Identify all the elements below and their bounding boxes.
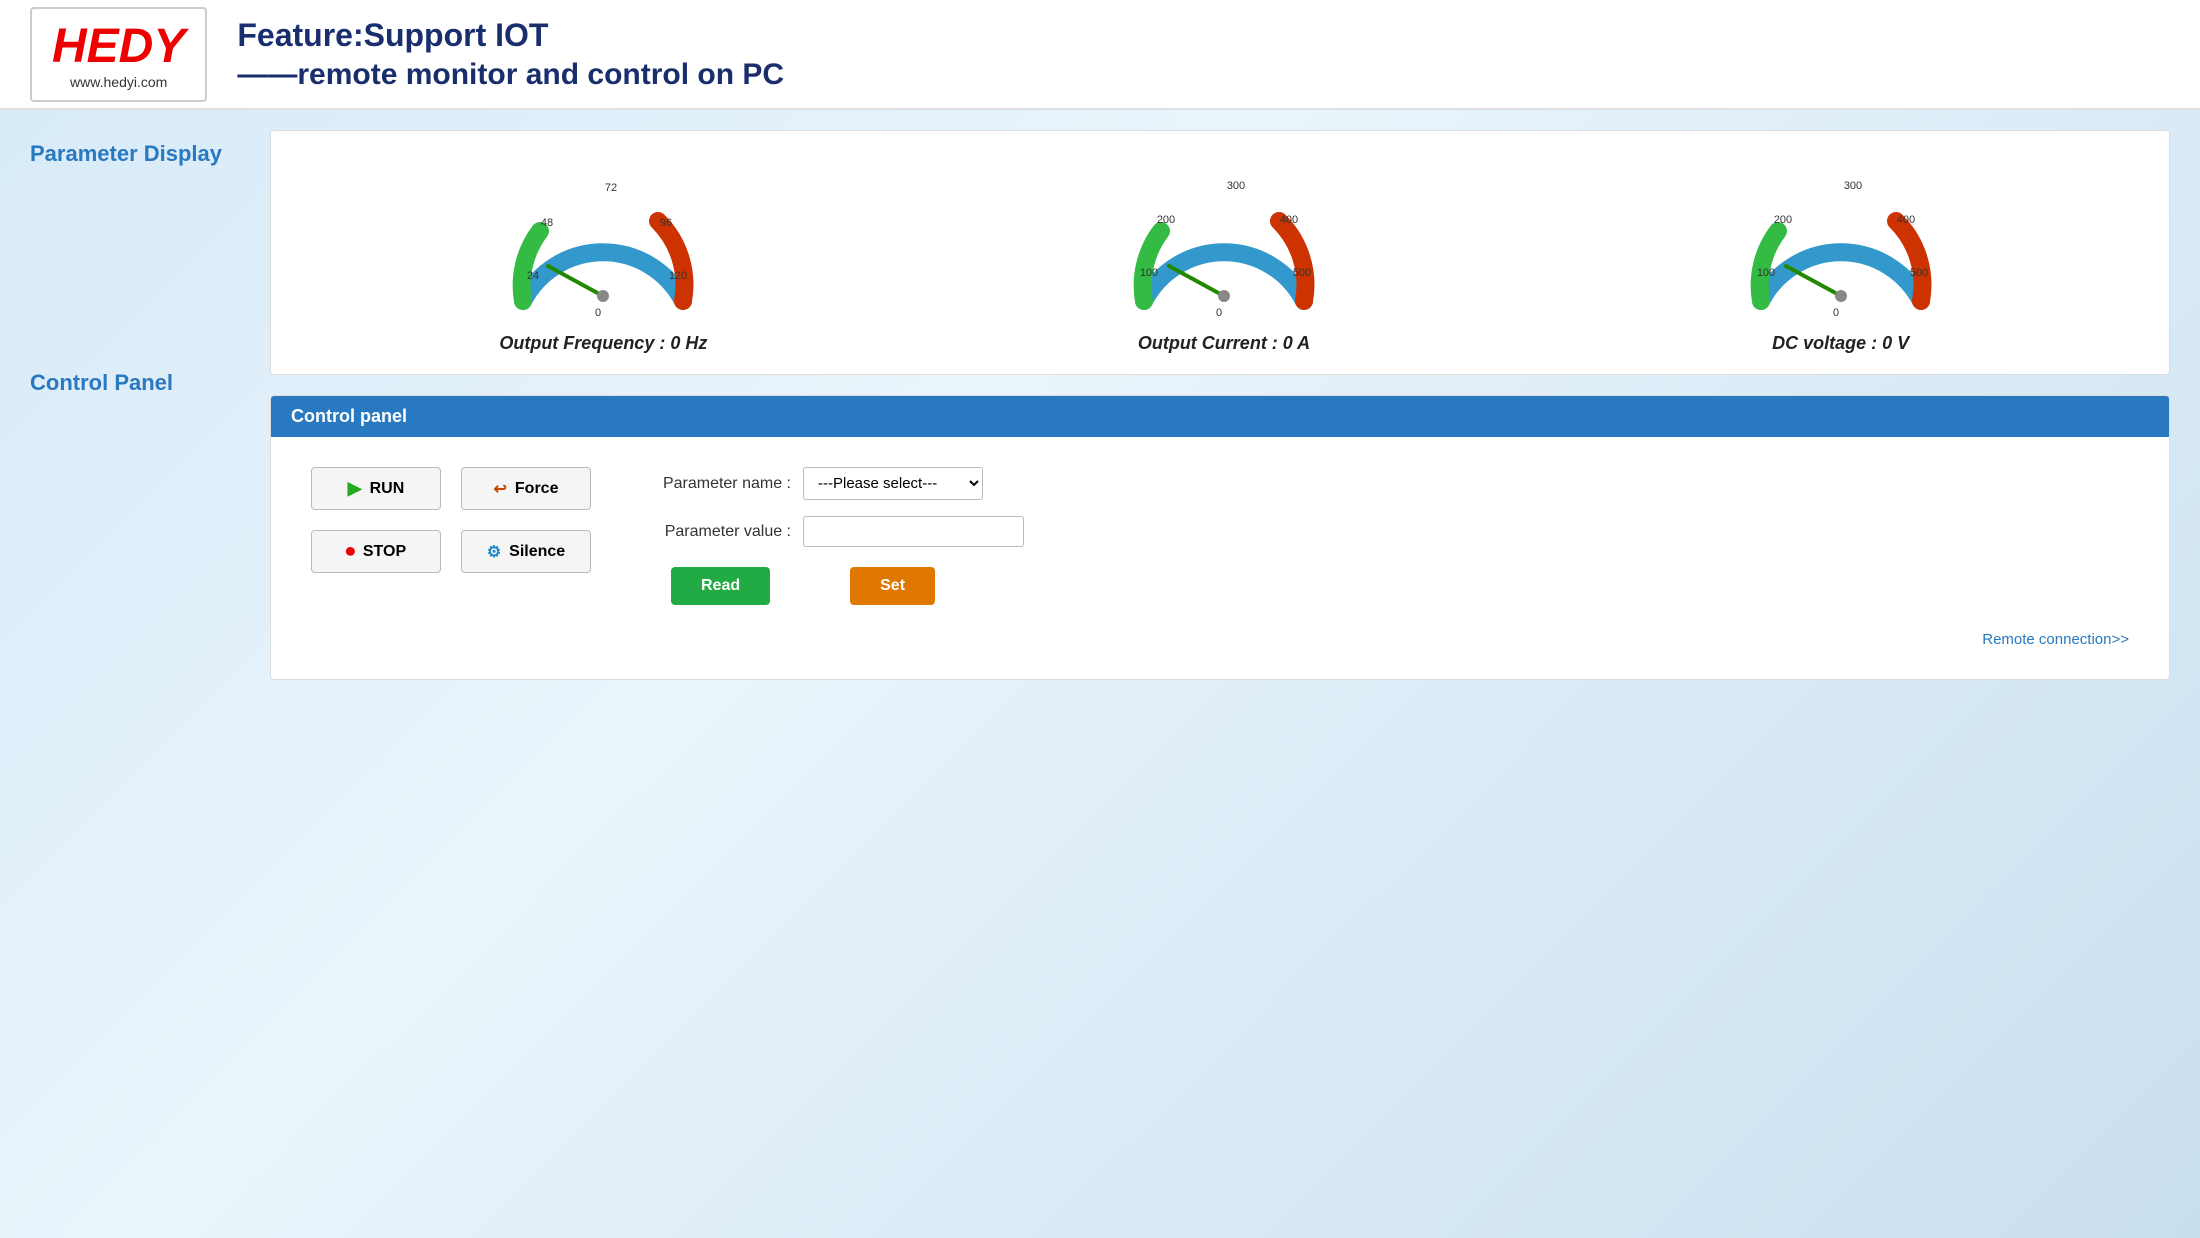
svg-text:0: 0 [595,307,601,319]
content-area: 0 24 48 72 96 120 Output Frequency : 0 H… [270,130,2170,680]
logo-box: HEDY www.hedyi.com [30,7,207,102]
sidebar: Parameter Display Control Panel [30,130,250,680]
force-button[interactable]: ↩ Force [461,467,591,510]
silence-icon: ⚙ [487,542,501,562]
svg-text:200: 200 [1157,214,1175,226]
header: HEDY www.hedyi.com Feature:Support IOT —… [0,0,2200,110]
svg-text:48: 48 [541,217,553,229]
stop-button-label: STOP [363,543,406,561]
gauge-voltage-label: DC voltage : 0 V [1772,333,1909,354]
gauge-frequency-svg: 0 24 48 72 96 120 [503,161,703,321]
parameter-name-row: Parameter name : ---Please select--- [651,467,2129,500]
svg-text:24: 24 [527,270,539,282]
parameter-controls: Parameter name : ---Please select--- Par… [651,467,2129,649]
svg-text:100: 100 [1756,267,1774,279]
parameter-display-label: Parameter Display [30,140,250,169]
run-icon: ▶ [348,478,362,499]
logo-url: www.hedyi.com [52,74,185,90]
gauges-section: 0 24 48 72 96 120 Output Frequency : 0 H… [270,130,2170,375]
run-button-label: RUN [370,480,405,498]
header-line1: Feature:Support IOT [237,17,2170,54]
parameter-value-row: Parameter value : [651,516,2129,547]
svg-text:0: 0 [1216,307,1222,319]
parameter-name-select[interactable]: ---Please select--- [803,467,983,500]
silence-button-label: Silence [509,543,565,561]
svg-text:120: 120 [669,270,687,282]
svg-text:300: 300 [1227,180,1245,192]
stop-button[interactable]: ⏺ STOP [311,530,441,573]
read-button[interactable]: Read [671,567,770,605]
svg-text:100: 100 [1140,267,1158,279]
parameter-action-buttons: Read Set [651,567,2129,605]
control-buttons-grid: ▶ RUN ↩ Force ⏺ STOP ⚙ Silence [311,467,591,573]
gauge-current-svg: 0 100 200 300 400 500 [1124,161,1324,321]
header-line2: ——remote monitor and control on PC [237,58,2170,92]
header-title: Feature:Support IOT ——remote monitor and… [237,17,2170,92]
svg-text:200: 200 [1773,214,1791,226]
control-panel-header: Control panel [271,396,2169,437]
gauge-current-label: Output Current : 0 A [1138,333,1310,354]
set-button[interactable]: Set [850,567,935,605]
gauge-current: 0 100 200 300 400 500 Output Current : 0… [1124,161,1324,354]
svg-text:400: 400 [1896,214,1914,226]
control-panel-label: Control Panel [30,369,250,398]
gauge-voltage: 0 100 200 300 400 500 DC voltage : 0 V [1741,161,1941,354]
parameter-value-label: Parameter value : [651,523,791,541]
parameter-name-label: Parameter name : [651,475,791,493]
svg-text:500: 500 [1293,267,1311,279]
force-icon: ↩ [494,479,507,499]
gauge-voltage-svg: 0 100 200 300 400 500 [1741,161,1941,321]
svg-text:500: 500 [1909,267,1927,279]
control-panel-body: ▶ RUN ↩ Force ⏺ STOP ⚙ Silence [271,437,2169,679]
stop-icon: ⏺ [346,541,355,562]
main-content: Parameter Display Control Panel 0 24 48 [0,110,2200,700]
remote-connection-link[interactable]: Remote connection>> [1982,631,2129,648]
control-panel-section: Control panel ▶ RUN ↩ Force ⏺ STOP [270,395,2170,680]
logo-text: HEDY [52,19,185,74]
svg-text:300: 300 [1843,180,1861,192]
silence-button[interactable]: ⚙ Silence [461,530,591,573]
force-button-label: Force [515,480,559,498]
svg-text:0: 0 [1833,307,1839,319]
svg-text:96: 96 [660,217,672,229]
run-button[interactable]: ▶ RUN [311,467,441,510]
gauge-frequency: 0 24 48 72 96 120 Output Frequency : 0 H… [499,161,707,354]
gauge-frequency-label: Output Frequency : 0 Hz [499,333,707,354]
svg-text:400: 400 [1280,214,1298,226]
parameter-value-input[interactable] [803,516,1024,547]
svg-text:72: 72 [605,182,617,194]
